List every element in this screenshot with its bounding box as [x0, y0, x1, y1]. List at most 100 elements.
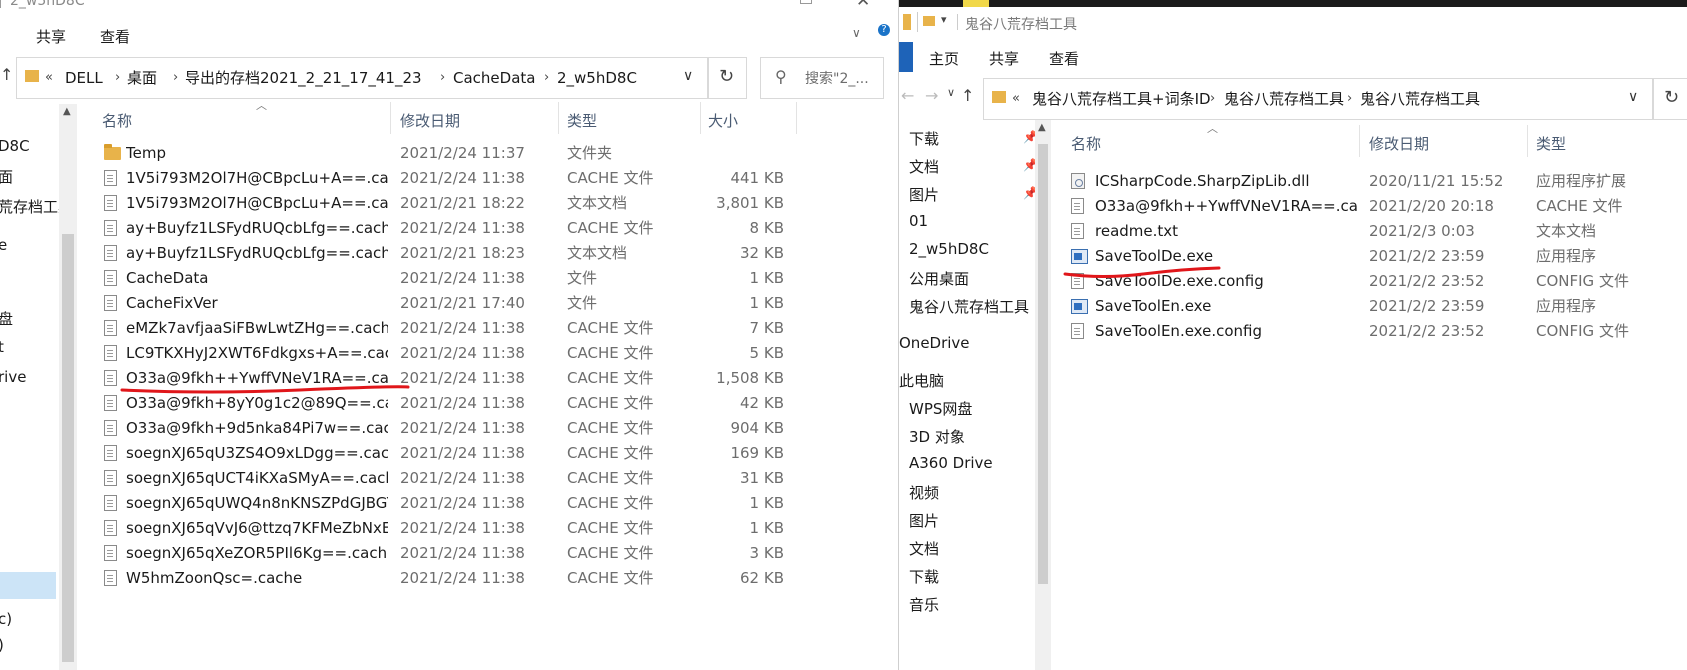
nav-item[interactable]: rive	[0, 368, 26, 386]
tab-home[interactable]: 主页	[929, 48, 959, 69]
nav-item[interactable]: e	[0, 236, 7, 254]
file-row[interactable]: SaveToolEn.exe 2021/2/2 23:59 应用程序	[1059, 293, 1687, 320]
right-file-list: ICSharpCode.SharpZipLib.dll 2020/11/21 15…	[1059, 168, 1687, 468]
file-row[interactable]: O33a@9fkh++YwffVNeV1RA==.cache 2021/2/20 …	[1059, 193, 1687, 220]
refresh-icon: ↻	[1664, 87, 1680, 108]
column-header-name[interactable]: 名称	[1071, 133, 1101, 154]
breadcrumb-dell[interactable]: DELL	[65, 58, 103, 98]
file-row[interactable]: ay+Buyfz1LSFydRUQcbLfg==.cache 2021/2/24 …	[90, 215, 890, 242]
nav-scrollbar[interactable]: ▲	[59, 104, 77, 670]
nav-item[interactable]: 2_w5hD8C	[909, 240, 989, 258]
tab-share[interactable]: 共享	[989, 48, 1019, 69]
breadcrumb-cachedata[interactable]: CacheData	[453, 58, 535, 98]
file-row[interactable]: ay+Buyfz1LSFydRUQcbLfg==.cache.t... 2021/…	[90, 240, 890, 267]
file-row[interactable]: LC9TKXHyJ2XWT6Fdkgxs+A==.cache 2021/2/24 …	[90, 340, 890, 367]
column-header-date[interactable]: 修改日期	[400, 110, 460, 131]
file-size: 904 KB	[730, 419, 784, 437]
nav-item[interactable]: 图片	[909, 510, 939, 531]
text-file-icon	[1071, 223, 1084, 239]
file-row[interactable]: ICSharpCode.SharpZipLib.dll 2020/11/21 15…	[1059, 168, 1687, 195]
file-row[interactable]: soegnXJ65qUCT4iKXaSMyA==.cache 2021/2/24 …	[90, 465, 890, 492]
file-row[interactable]: O33a@9fkh+9d5nka84Pi7w==.cache 2021/2/24 …	[90, 415, 890, 442]
nav-item[interactable]: 文档	[909, 538, 939, 559]
nav-item[interactable]: WPS网盘	[909, 398, 972, 419]
close-button[interactable]: ✕	[856, 0, 870, 11]
breadcrumb-current[interactable]: 2_w5hD8C	[557, 58, 637, 98]
tab-view[interactable]: 查看	[1049, 48, 1079, 69]
file-date: 2021/2/24 11:38	[400, 319, 525, 337]
address-bar[interactable]: « DELL › 桌面 › 导出的存档2021_2_21_17_41_23 › …	[16, 57, 708, 99]
help-icon[interactable]: ?	[878, 24, 890, 36]
nav-item[interactable]: 视频	[909, 482, 939, 503]
column-header-name[interactable]: 名称	[102, 110, 132, 131]
file-type: CONFIG 文件	[1536, 272, 1629, 290]
nav-item[interactable]: OneDrive	[899, 334, 970, 352]
file-row[interactable]: CacheData 2021/2/24 11:38 文件 1 KB	[90, 265, 890, 292]
nav-item[interactable]: 下载	[909, 566, 939, 587]
nav-item[interactable]: 01	[909, 212, 928, 230]
address-dropdown-icon[interactable]: ∨	[683, 68, 693, 84]
breadcrumb-desktop[interactable]: 桌面	[127, 58, 157, 98]
nav-scroll-thumb[interactable]	[62, 234, 74, 662]
file-row[interactable]: soegnXJ65qXeZOR5PIl6Kg==.cache 2021/2/24 …	[90, 540, 890, 567]
scroll-up-icon[interactable]: ▲	[63, 106, 71, 117]
file-row[interactable]: eMZk7avfjaaSiFBwLwtZHg==.cache 2021/2/24 …	[90, 315, 890, 342]
column-header-type[interactable]: 类型	[1536, 133, 1566, 154]
nav-item[interactable]: 图片	[909, 184, 939, 205]
nav-item[interactable]: 公用桌面	[909, 268, 969, 289]
file-row[interactable]: soegnXJ65qVvJ6@ttzq7KFMeZbNxE... 2021/2/2…	[90, 515, 890, 542]
forward-arrow-icon[interactable]: →	[925, 86, 938, 105]
file-row[interactable]: CacheFixVer 2021/2/21 17:40 文件 1 KB	[90, 290, 890, 317]
file-row[interactable]: readme.txt 2021/2/3 0:03 文本文档	[1059, 218, 1687, 245]
nav-item[interactable]: 此电脑	[899, 370, 944, 391]
nav-scroll-thumb[interactable]	[1038, 144, 1048, 584]
file-row[interactable]: 1V5i793M2Ol7H@CBpcLu+A==.cach... 2021/2/2…	[90, 190, 890, 217]
file-date: 2021/2/2 23:59	[1369, 247, 1485, 265]
nav-item[interactable]: t	[0, 338, 4, 356]
file-row[interactable]: SaveToolEn.exe.config 2021/2/2 23:52 CONFI…	[1059, 318, 1687, 345]
search-box[interactable]: ⚲ 搜索"2_...	[760, 57, 884, 99]
nav-item[interactable]: 下载	[909, 128, 939, 149]
nav-item[interactable]: 3D 对象	[909, 426, 965, 447]
address-bar[interactable]: « 鬼谷八荒存档工具+词条ID › 鬼谷八荒存档工具 › 鬼谷八荒存档工具 ∨	[983, 78, 1653, 120]
file-type: CACHE 文件	[567, 444, 654, 462]
nav-item-selected[interactable]	[0, 572, 56, 599]
file-tab[interactable]	[899, 42, 913, 72]
nav-scrollbar[interactable]: ▲	[1035, 120, 1051, 670]
nav-item[interactable]: 鬼谷八荒存档工具	[909, 296, 1029, 317]
breadcrumb-export-folder[interactable]: 导出的存档2021_2_21_17_41_23	[185, 58, 422, 98]
column-header-date[interactable]: 修改日期	[1369, 133, 1429, 154]
tab-view[interactable]: 查看	[100, 26, 130, 47]
file-row[interactable]: soegnXJ65qU3ZS4O9xLDgg==.cache 2021/2/24 …	[90, 440, 890, 467]
file-row[interactable]: soegnXJ65qUWQ4n8nKNSZPdGJBGY... 2021/2/24…	[90, 490, 890, 517]
breadcrumb-tool[interactable]: 鬼谷八荒存档工具	[1224, 79, 1344, 119]
back-arrow-icon[interactable]: ←	[901, 86, 914, 105]
file-row[interactable]: W5hmZoonQsc=.cache 2021/2/24 11:38 CACHE 文…	[90, 565, 890, 592]
nav-item[interactable]: 文档	[909, 156, 939, 177]
file-row[interactable]: Temp 2021/2/24 11:37 文件夹	[90, 140, 890, 167]
nav-item[interactable]: )	[0, 636, 4, 654]
breadcrumb-current[interactable]: 鬼谷八荒存档工具	[1360, 79, 1480, 119]
up-arrow-icon[interactable]: ↑	[961, 86, 974, 105]
nav-item[interactable]: 面	[0, 166, 13, 187]
recent-dropdown-icon[interactable]: ∨	[947, 86, 955, 99]
refresh-button[interactable]: ↻	[708, 57, 747, 99]
column-header-type[interactable]: 类型	[567, 110, 597, 131]
column-header-size[interactable]: 大小	[708, 110, 738, 131]
quick-access-dropdown-icon[interactable]: ▾	[941, 13, 947, 26]
maximize-button[interactable]	[800, 0, 812, 4]
refresh-button[interactable]: ↻	[1653, 78, 1687, 120]
address-dropdown-icon[interactable]: ∨	[1628, 89, 1638, 105]
nav-item[interactable]: A360 Drive	[909, 454, 993, 472]
scroll-up-icon[interactable]: ▲	[1038, 122, 1046, 133]
up-arrow-icon[interactable]: ↑	[0, 65, 13, 84]
file-row[interactable]: 1V5i793M2Ol7H@CBpcLu+A==.cache 2021/2/24 …	[90, 165, 890, 192]
nav-item[interactable]: 音乐	[909, 594, 939, 615]
ribbon-expand-icon[interactable]: ∨	[852, 26, 861, 40]
nav-item[interactable]: c)	[0, 610, 12, 628]
nav-item[interactable]: 盘	[0, 308, 13, 329]
nav-item[interactable]: D8C	[0, 137, 30, 155]
tab-share[interactable]: 共享	[36, 26, 66, 47]
file-date: 2021/2/24 11:38	[400, 219, 525, 237]
breadcrumb-tool-with-id[interactable]: 鬼谷八荒存档工具+词条ID	[1032, 79, 1211, 119]
